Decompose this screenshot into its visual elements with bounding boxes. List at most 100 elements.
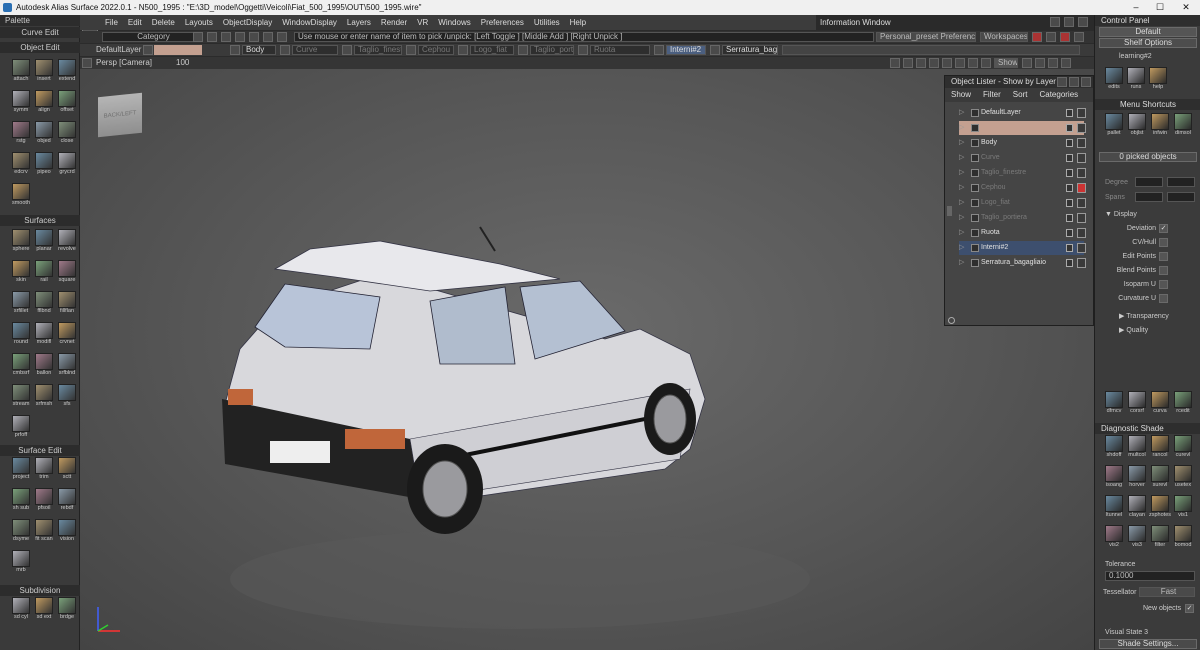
- menu-layers[interactable]: Layers: [342, 15, 376, 30]
- menu-help[interactable]: Help: [565, 15, 591, 30]
- tool-rebdf[interactable]: rebdf: [56, 488, 78, 512]
- expand-icon[interactable]: ▷: [959, 181, 964, 195]
- layer-lock-icon[interactable]: [1077, 243, 1086, 253]
- show-hide-icon[interactable]: [1035, 58, 1045, 68]
- lister-maximize-icon[interactable]: [1069, 77, 1079, 87]
- layer-row[interactable]: ▷: [959, 121, 1086, 135]
- view-camera-icon[interactable]: [929, 58, 939, 68]
- layer-lock-icon[interactable]: [1077, 168, 1086, 178]
- tool-round[interactable]: round: [10, 322, 32, 346]
- tool-offset[interactable]: offset: [56, 90, 78, 114]
- tool-vision[interactable]: vision: [56, 519, 78, 543]
- expand-icon[interactable]: ▷: [959, 121, 964, 135]
- layer-row[interactable]: ▷ Cephou: [959, 181, 1086, 195]
- tool-project[interactable]: project: [10, 457, 32, 481]
- shelf-tool-curevl[interactable]: curevl: [1172, 435, 1194, 459]
- layer-symmetry-icon[interactable]: [1066, 184, 1073, 192]
- layer-ruota[interactable]: Ruota: [590, 45, 650, 55]
- close-button[interactable]: ✕: [1174, 0, 1198, 15]
- expand-icon[interactable]: ▷: [959, 151, 964, 165]
- tool-modifl[interactable]: modifl: [33, 322, 55, 346]
- tool-stream[interactable]: stream: [10, 384, 32, 408]
- layer-row[interactable]: ▷ Ruota: [959, 226, 1086, 240]
- shelf-tool-filter[interactable]: filter: [1149, 525, 1171, 549]
- display-option-checkbox[interactable]: [1159, 280, 1168, 289]
- expand-icon[interactable]: ▷: [959, 166, 964, 180]
- shelf-tool-usetex[interactable]: usetex: [1172, 465, 1194, 489]
- tool-sctt[interactable]: sctt: [56, 457, 78, 481]
- layer-visibility-checkbox[interactable]: [971, 109, 979, 117]
- view-shade-icon[interactable]: [890, 58, 900, 68]
- palette-section-surfaces[interactable]: Surfaces: [0, 215, 80, 226]
- menu-utilities[interactable]: Utilities: [529, 15, 565, 30]
- lister-tab-sort[interactable]: Sort: [1007, 88, 1034, 102]
- tessellator-select[interactable]: Fast: [1139, 587, 1195, 597]
- layer-visibility-checkbox[interactable]: [971, 124, 979, 132]
- 3d-viewport[interactable]: BACK/LEFT: [80, 69, 1094, 650]
- layer-lock-icon[interactable]: [1077, 198, 1086, 208]
- shelf-tool-shdoff[interactable]: shdoff: [1103, 435, 1125, 459]
- layer-default[interactable]: DefaultLayer: [96, 45, 141, 55]
- layer-symmetry-icon[interactable]: [1066, 214, 1073, 222]
- menu-objectdisplay[interactable]: ObjectDisplay: [218, 15, 277, 30]
- shelf-tool-zsphotes[interactable]: zsphotes: [1149, 495, 1171, 519]
- shelf-tool-horver[interactable]: horver: [1126, 465, 1148, 489]
- menu-edit[interactable]: Edit: [123, 15, 147, 30]
- layer-row[interactable]: ▷ Taglio_portiera: [959, 211, 1086, 225]
- tool-ballon[interactable]: ballon: [33, 353, 55, 377]
- menu-layouts[interactable]: Layouts: [180, 15, 218, 30]
- layer-visibility-checkbox[interactable]: [971, 199, 979, 207]
- tool-rstg[interactable]: rstg: [10, 121, 32, 145]
- tool-sd-ext[interactable]: sd ext: [33, 597, 55, 621]
- tool-fit-scan[interactable]: fit scan: [33, 519, 55, 543]
- point-pick-icon[interactable]: [249, 32, 259, 42]
- layer-body[interactable]: Body: [242, 45, 276, 55]
- show-filter-icon[interactable]: [1048, 58, 1058, 68]
- tool-symm[interactable]: symm: [10, 90, 32, 114]
- tool-grycrd[interactable]: grycrd: [56, 152, 78, 176]
- layer-check-7[interactable]: [654, 45, 664, 55]
- palette-section-surface-edit[interactable]: Surface Edit: [0, 445, 80, 456]
- shelf-tool-bomod[interactable]: bomod: [1172, 525, 1194, 549]
- lister-splitter[interactable]: [947, 206, 952, 216]
- lister-scroll-icon[interactable]: [948, 317, 955, 324]
- palette-section-object-edit[interactable]: Object Edit: [0, 42, 80, 53]
- layer-row[interactable]: ▷ DefaultLayer: [959, 106, 1086, 120]
- shelf-tool-dimsol[interactable]: dimsol: [1172, 113, 1194, 137]
- tool-crvnet[interactable]: crvnet: [56, 322, 78, 346]
- menu-windows[interactable]: Windows: [433, 15, 475, 30]
- tool-close[interactable]: close: [56, 121, 78, 145]
- degree-field-2[interactable]: [1167, 177, 1195, 187]
- view-light-icon[interactable]: [916, 58, 926, 68]
- layer-visibility-checkbox[interactable]: [971, 259, 979, 267]
- menu-preferences[interactable]: Preferences: [476, 15, 529, 30]
- object-pick-icon[interactable]: [277, 32, 287, 42]
- layer-symmetry-icon[interactable]: [1066, 229, 1073, 237]
- layer-curve[interactable]: Curve: [292, 45, 338, 55]
- tool-insert[interactable]: insert: [33, 59, 55, 83]
- tool-smooth[interactable]: smooth: [10, 183, 32, 207]
- workspace-settings-icon[interactable]: [1074, 32, 1084, 42]
- minimize-icon[interactable]: [1050, 17, 1060, 27]
- shelf-tool-clayan[interactable]: clayan: [1126, 495, 1148, 519]
- palette-section-subdivision[interactable]: Subdivision: [0, 585, 80, 596]
- tool-extend[interactable]: extend: [56, 59, 78, 83]
- layer-taglio-portiere[interactable]: Taglio_portiere: [530, 45, 574, 55]
- tool-sd-cyl[interactable]: sd cyl: [10, 597, 32, 621]
- tool-square[interactable]: square: [56, 260, 78, 284]
- maximize-icon[interactable]: [1064, 17, 1074, 27]
- layer-lock-icon[interactable]: [1077, 153, 1086, 163]
- shelf-tool-curva[interactable]: curva: [1149, 391, 1171, 415]
- tool-srfmsh[interactable]: srfmsh: [33, 384, 55, 408]
- tool-srfblnd[interactable]: srfblnd: [56, 353, 78, 377]
- layer-default-check[interactable]: [143, 45, 153, 55]
- menu-render[interactable]: Render: [376, 15, 412, 30]
- expand-icon[interactable]: ▷: [959, 196, 964, 210]
- menu-windowdisplay[interactable]: WindowDisplay: [277, 15, 342, 30]
- shelf-tool-rcedit[interactable]: rcedit: [1172, 391, 1194, 415]
- tolerance-field[interactable]: 0.1000: [1105, 571, 1195, 581]
- tool-pfsoil[interactable]: pfsoil: [33, 488, 55, 512]
- shelf-tool-ltunnel[interactable]: ltunnel: [1103, 495, 1125, 519]
- lister-tab-filter[interactable]: Filter: [977, 88, 1007, 102]
- workspace-close-icon[interactable]: [1060, 32, 1070, 42]
